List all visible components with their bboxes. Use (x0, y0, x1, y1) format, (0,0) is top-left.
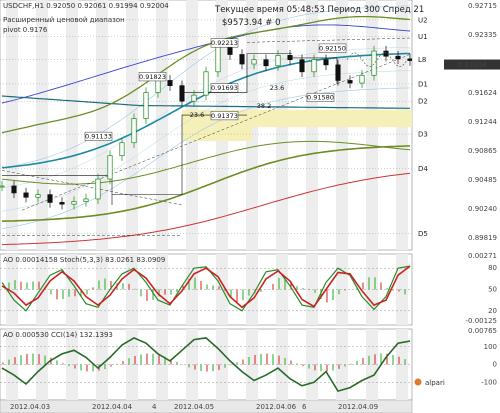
candle-body (311, 59, 317, 73)
candle-body (359, 74, 365, 84)
stoch-tick: 50 (488, 286, 497, 294)
time-label: 2012.04.05 (174, 403, 214, 411)
level-label: U1 (418, 33, 428, 41)
fib-label: 23.6 (190, 111, 204, 119)
price-tick: 0.90485 (468, 176, 497, 184)
last-price: 0.92004 (458, 61, 487, 69)
candle-body (407, 58, 412, 61)
stoch-tick: 0.00271 (468, 252, 497, 260)
price-tag: 0.91373 (211, 112, 238, 120)
price-tag: 0.92150 (319, 44, 346, 52)
price-tag: 0.91133 (85, 133, 112, 141)
candle-body (23, 192, 29, 198)
chart-svg: 0.91133 0.91823 0.92213 0.91693 0.91373 0.921… (0, 0, 500, 413)
price-tick: 0.89819 (468, 234, 497, 242)
candle-body (275, 55, 281, 67)
candle-body (167, 80, 173, 86)
price-tick: 0.92715 (468, 2, 497, 10)
price-tick: 0.90865 (468, 147, 497, 155)
candle-body (83, 198, 89, 202)
candle-body (335, 64, 341, 81)
candle-body (143, 92, 149, 119)
candle-body (323, 59, 329, 66)
price-tag: 0.91823 (139, 73, 166, 81)
chart-root: 0.91133 0.91823 0.92213 0.91693 0.91373 0.921… (0, 0, 500, 413)
stoch-tick: 80 (488, 264, 497, 272)
time-label: 2012.04.09 (338, 403, 378, 411)
day-tick: 6 (302, 403, 307, 411)
price-header: USDCHF,H1 0.92050 0.92061 0.91994 0.9200… (3, 2, 169, 10)
candle-body (11, 185, 17, 194)
logo-text: alpari (425, 379, 445, 387)
price-tag: 0.91580 (307, 94, 334, 102)
candle-body (179, 85, 185, 102)
candle-body (47, 194, 53, 203)
candle-body (0, 185, 5, 188)
time-label: 2012.04.03 (10, 403, 50, 411)
candle-body (347, 80, 353, 84)
candle-body (383, 50, 389, 57)
session-stripe (66, 0, 78, 250)
price-tag: 0.92213 (211, 39, 238, 47)
cci-tick: -100 (481, 378, 497, 386)
level-label: D3 (418, 131, 428, 139)
pivot-note: pivot 0.9176 (3, 26, 48, 34)
level-label: L8 (418, 56, 426, 64)
candle-body (215, 45, 221, 73)
level-label: D4 (418, 165, 428, 173)
day-tick: 4 (152, 403, 157, 411)
price-tick: 0.91244 (468, 118, 497, 126)
stoch-header: AO 0.00014158 Stoch(5,3,3) 83.0261 83.09… (3, 256, 165, 264)
session-stripe (6, 0, 18, 250)
candle-body (251, 59, 257, 65)
balance-text: $9573.94 # 0 (222, 18, 281, 28)
level-label: D5 (418, 230, 428, 238)
candle-body (155, 80, 161, 93)
candle-body (203, 71, 209, 96)
price-tick: 0.91624 (468, 89, 497, 97)
timer-text: Текущее время 05:48:53 Период 300 Спред … (214, 5, 424, 15)
fib-label: 38.2 (257, 102, 271, 110)
price-tick: 0.92335 (468, 31, 497, 39)
candle-body (107, 155, 113, 180)
candle-body (287, 55, 293, 61)
level-label: D2 (418, 98, 428, 106)
candle-body (71, 201, 77, 205)
range-note: Расширенный ценовой диапазон (3, 16, 125, 24)
candle-body (35, 194, 41, 198)
session-stripe (156, 0, 168, 250)
candle-body (131, 118, 137, 144)
candle-body (95, 178, 101, 200)
candle-body (263, 59, 269, 67)
candle-body (119, 142, 125, 157)
level-label: U2 (418, 16, 428, 24)
stoch-tick: -0.00125 (466, 317, 497, 325)
fib-label: 23.6 (270, 84, 284, 92)
price-tag: 0.91693 (211, 84, 238, 92)
cci-tick: 100 (484, 343, 497, 351)
candle-body (191, 94, 197, 102)
candle-body (59, 202, 65, 205)
time-label: 2012.04.04 (92, 403, 133, 411)
price-axis: U2 U1 L8 D1 D2 D3 D4 D5 0.92715 0.92335 0.92004 0.9… (418, 2, 500, 242)
logo-icon (414, 378, 422, 386)
cci-tick: 0.00765 (468, 327, 497, 335)
cci-tick: 0 (493, 361, 497, 369)
stoch-tick: 20 (488, 307, 497, 315)
price-tick: 0.90240 (468, 205, 497, 213)
candle-body (371, 50, 377, 76)
cci-header: AO 0.000530 CCI(14) 132.1393 (3, 331, 113, 339)
candle-body (395, 55, 401, 60)
candle-body (299, 59, 305, 73)
candle-body (239, 54, 245, 65)
level-label: D1 (418, 80, 428, 88)
session-stripe (96, 0, 108, 250)
time-label: 2012.04.06 (256, 403, 297, 411)
